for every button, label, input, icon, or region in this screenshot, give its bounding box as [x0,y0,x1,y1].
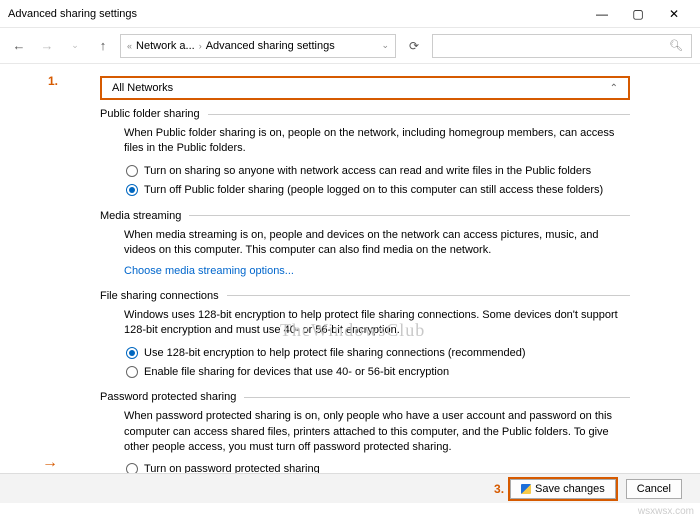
profile-title: All Networks [112,82,173,94]
search-icon: 🔍︎ [669,39,683,52]
divider [244,397,630,398]
divider [208,114,630,115]
section-desc: When media streaming is on, people and d… [124,228,630,259]
section-public-folder-sharing: Public folder sharing When Public folder… [100,108,630,200]
radio-enc-128[interactable]: Use 128-bit encryption to help protect f… [124,345,630,362]
section-title: Public folder sharing [100,108,200,120]
refresh-button[interactable]: ⟳ [402,39,426,53]
radio-icon [126,184,138,196]
chevron-left-icon: « [127,41,132,51]
search-box[interactable]: 🔍︎ [432,34,692,58]
section-title: File sharing connections [100,290,219,302]
breadcrumb-seg1[interactable]: Network a... [136,40,195,52]
section-file-sharing-connections: File sharing connections Windows uses 12… [100,290,630,382]
profile-header-all-networks[interactable]: All Networks ⌃ [100,76,630,100]
minimize-button[interactable]: — [584,2,620,26]
navbar: ← → ⌄ ↑ « Network a... › Advanced sharin… [0,28,700,64]
address-bar[interactable]: « Network a... › Advanced sharing settin… [120,34,396,58]
footer: 3. Save changes Cancel [0,473,700,503]
forward-button[interactable]: → [36,35,58,57]
shield-icon [521,484,531,494]
section-desc: When password protected sharing is on, o… [124,409,630,455]
radio-icon [126,366,138,378]
radio-label: Use 128-bit encryption to help protect f… [144,346,526,361]
window-controls: — ▢ ✕ [584,2,692,26]
section-desc: Windows uses 128-bit encryption to help … [124,308,630,339]
callout-arrow: → [42,454,58,472]
section-title: Password protected sharing [100,391,236,403]
radio-label: Enable file sharing for devices that use… [144,365,449,380]
breadcrumb-seg2[interactable]: Advanced sharing settings [206,40,335,52]
cancel-button[interactable]: Cancel [626,479,682,499]
radio-icon [126,165,138,177]
radio-icon [126,347,138,359]
content: 1. → All Networks ⌃ Public folder sharin… [0,64,700,484]
up-button[interactable]: ↑ [92,35,114,57]
callout-3: 3. [494,482,504,496]
source-watermark: wsxwsx.com [638,506,694,517]
button-label: Cancel [637,483,671,495]
divider [227,295,630,296]
chevron-down-icon[interactable]: ⌄ [381,40,389,51]
radio-pfs-off[interactable]: Turn off Public folder sharing (people l… [124,182,630,199]
radio-enc-4056[interactable]: Enable file sharing for devices that use… [124,364,630,381]
back-button[interactable]: ← [8,35,30,57]
divider [189,215,630,216]
radio-label: Turn on sharing so anyone with network a… [144,164,591,179]
button-label: Save changes [535,483,605,495]
titlebar: Advanced sharing settings — ▢ ✕ [0,0,700,28]
radio-pfs-on[interactable]: Turn on sharing so anyone with network a… [124,163,630,180]
close-button[interactable]: ✕ [656,2,692,26]
chevron-right-icon: › [199,41,202,51]
media-streaming-link[interactable]: Choose media streaming options... [124,264,630,279]
collapse-icon: ⌃ [610,83,618,94]
window-title: Advanced sharing settings [8,8,584,20]
section-password-protected-sharing: Password protected sharing When password… [100,391,630,484]
radio-label: Turn off Public folder sharing (people l… [144,183,603,198]
callout-1: 1. [48,74,58,88]
save-changes-button[interactable]: Save changes [510,479,616,499]
maximize-button[interactable]: ▢ [620,2,656,26]
section-title: Media streaming [100,210,181,222]
section-desc: When Public folder sharing is on, people… [124,126,630,157]
recent-dropdown[interactable]: ⌄ [64,35,86,57]
section-media-streaming: Media streaming When media streaming is … [100,210,630,280]
